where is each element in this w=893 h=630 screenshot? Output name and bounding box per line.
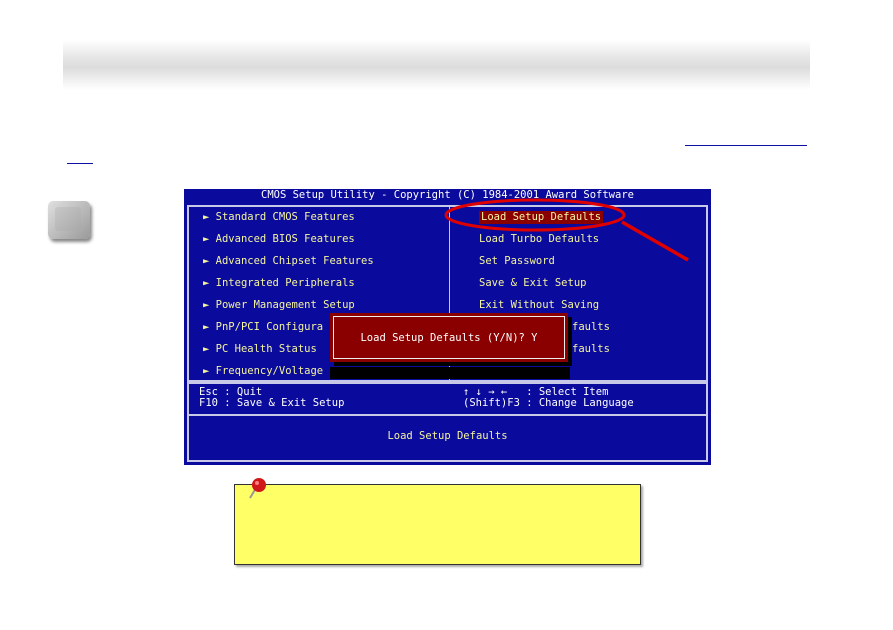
- menu-item[interactable]: ► Advanced BIOS Features: [203, 233, 355, 246]
- menu-item[interactable]: faults: [572, 321, 610, 334]
- dialog-shadow: [330, 367, 570, 379]
- menu-item-label: Advanced Chipset Features: [215, 255, 374, 267]
- dialog-text: Load Setup Defaults (Y/N)? Y: [333, 316, 565, 359]
- menu-item[interactable]: ► Power Management Setup: [203, 299, 355, 312]
- menu-item-label: Power Management Setup: [215, 299, 355, 311]
- menu-item[interactable]: ► Frequency/Voltage: [203, 365, 323, 378]
- confirm-dialog[interactable]: Load Setup Defaults (Y/N)? Y: [330, 313, 568, 362]
- arrow-icon: ►: [203, 277, 216, 289]
- item-help-text: Load Setup Defaults: [387, 430, 508, 442]
- menu-item[interactable]: ► Advanced Chipset Features: [203, 255, 374, 268]
- link-underline[interactable]: [685, 145, 807, 146]
- pushpin-icon: [249, 478, 266, 499]
- link-underline[interactable]: [67, 163, 93, 164]
- arrow-icon: ►: [203, 299, 216, 311]
- sticky-note: [234, 484, 641, 565]
- menu-item-label: Integrated Peripherals: [215, 277, 355, 289]
- key-icon: [48, 201, 90, 239]
- red-circle-annotation: [444, 198, 689, 262]
- header-banner: [63, 40, 810, 90]
- f10-hint: F10 : Save & Exit Setup: [199, 397, 345, 409]
- arrow-icon: ►: [203, 233, 216, 245]
- item-help-box: Load Setup Defaults: [187, 414, 708, 462]
- shift-hint: (Shift)F3 : Change Language: [463, 397, 634, 409]
- menu-item[interactable]: Save & Exit Setup: [479, 277, 586, 290]
- menu-item-label: Advanced BIOS Features: [215, 233, 355, 245]
- menu-item[interactable]: ► PC Health Status: [203, 343, 317, 356]
- arrow-icon: ►: [203, 211, 216, 223]
- arrow-icon: ►: [203, 255, 216, 267]
- menu-item[interactable]: Exit Without Saving: [479, 299, 599, 312]
- arrow-icon: ►: [203, 343, 216, 355]
- menu-item[interactable]: ► Integrated Peripherals: [203, 277, 355, 290]
- arrow-icon: ►: [203, 365, 216, 377]
- menu-item-label: PnP/PCI Configura: [215, 321, 324, 333]
- menu-item[interactable]: faults: [572, 343, 610, 356]
- arrow-icon: ►: [203, 321, 216, 333]
- menu-item-label: Standard CMOS Features: [215, 211, 355, 223]
- menu-item[interactable]: ► PnP/PCI Configura: [203, 321, 323, 334]
- key-help-box: Esc : Quit F10 : Save & Exit Setup ↑ ↓ →…: [187, 382, 708, 416]
- menu-item-label: PC Health Status: [215, 343, 317, 355]
- menu-item[interactable]: ► Standard CMOS Features: [203, 211, 355, 224]
- menu-item-label: Frequency/Voltage: [215, 365, 324, 377]
